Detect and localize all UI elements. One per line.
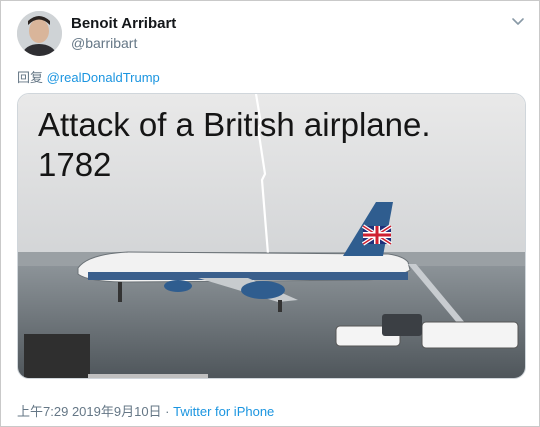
user-handle[interactable]: @barribart (71, 35, 137, 51)
reply-prefix: 回复 (17, 70, 47, 85)
chevron-down-icon[interactable] (509, 13, 527, 31)
tweet-card: Benoit Arribart @barribart 回复 @realDonal… (0, 0, 540, 427)
tweet-timestamp: 上午7:29 2019年9月10日 · Twitter for iPhone (17, 401, 274, 420)
tweet-image[interactable]: Attack of a British airplane. 1782 (17, 93, 526, 379)
image-caption-line-2: 1782 (38, 146, 112, 183)
tweet-time[interactable]: 上午7:29 (17, 404, 68, 419)
meta-separator: · (161, 404, 174, 419)
union-jack-icon (361, 224, 393, 246)
tweet-source-link[interactable]: Twitter for iPhone (173, 404, 274, 419)
display-name[interactable]: Benoit Arribart (71, 15, 176, 32)
tweet-date[interactable]: 2019年9月10日 (72, 404, 162, 419)
reply-mention-link[interactable]: @realDonaldTrump (47, 70, 160, 85)
reply-context: 回复 @realDonaldTrump (17, 67, 160, 86)
avatar[interactable] (17, 11, 62, 56)
image-caption-line-1: Attack of a British airplane. (38, 106, 431, 143)
